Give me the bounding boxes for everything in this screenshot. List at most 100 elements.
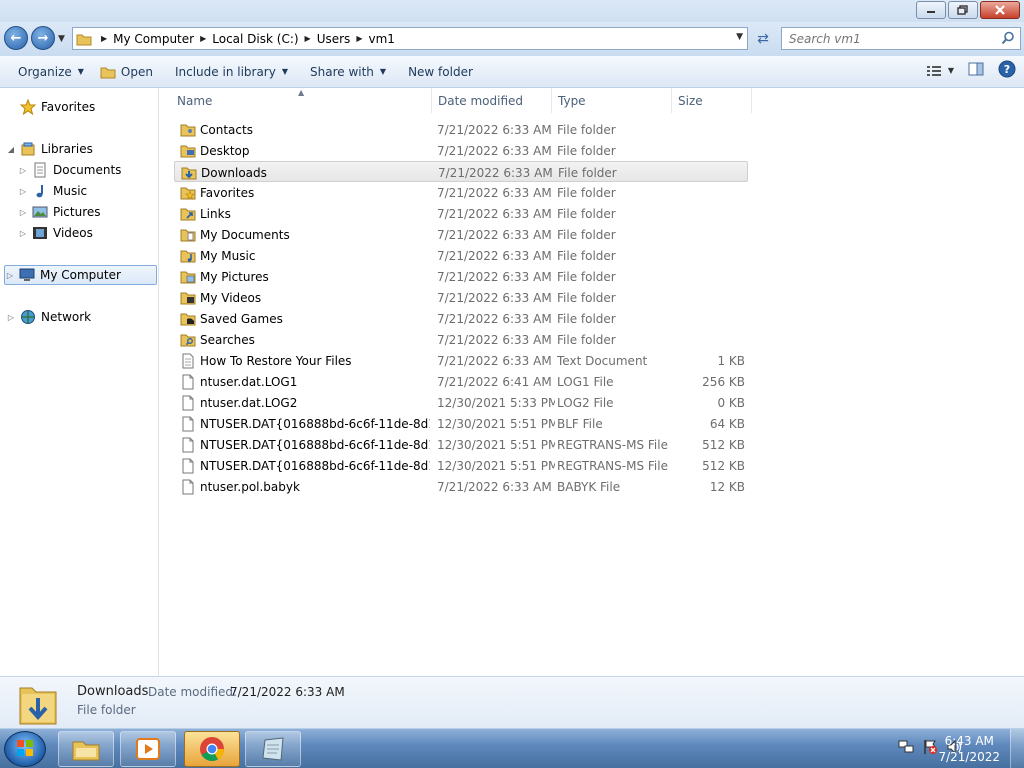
clock-date: 7/21/2022 bbox=[938, 750, 1000, 764]
include-in-library-button[interactable]: Include in library ▼ bbox=[167, 60, 296, 84]
breadcrumb-separator-icon[interactable]: ▶ bbox=[200, 34, 206, 43]
file-size: 512 KB bbox=[702, 458, 745, 473]
file-name-cell: ntuser.dat.LOG1 bbox=[180, 371, 430, 392]
search-box[interactable] bbox=[781, 27, 1021, 50]
show-desktop-button[interactable] bbox=[1010, 729, 1024, 768]
organize-button[interactable]: Organize ▼ bbox=[10, 60, 92, 84]
file-name-cell: My Documents bbox=[180, 224, 430, 245]
nav-pictures[interactable]: ▷ Pictures bbox=[18, 202, 101, 222]
collapsed-arrow-icon[interactable]: ▷ bbox=[18, 166, 28, 175]
preview-pane-button[interactable] bbox=[968, 62, 984, 79]
column-header-date[interactable]: Date modified bbox=[432, 88, 552, 113]
file-type: File folder bbox=[557, 143, 616, 158]
breadcrumb-separator-icon[interactable]: ▶ bbox=[305, 34, 311, 43]
breadcrumb-vm1[interactable]: vm1 bbox=[368, 32, 394, 46]
generic-file-icon bbox=[180, 437, 196, 453]
nav-libraries[interactable]: ◢ Libraries bbox=[6, 139, 93, 159]
file-date: 7/21/2022 6:33 AM bbox=[437, 332, 552, 347]
breadcrumb-separator-icon[interactable]: ▶ bbox=[356, 34, 362, 43]
address-bar[interactable]: ▶ My Computer ▶ Local Disk (C:) ▶ Users … bbox=[72, 27, 748, 50]
taskbar-explorer-button[interactable] bbox=[58, 731, 114, 767]
nav-videos[interactable]: ▷ Videos bbox=[18, 223, 93, 243]
nav-favorites[interactable]: Favorites bbox=[20, 97, 95, 117]
view-list-icon bbox=[926, 65, 941, 76]
search-input[interactable] bbox=[782, 28, 992, 49]
music-icon bbox=[32, 183, 48, 199]
file-row[interactable]: Downloads 7/21/2022 6:33 AM File folder bbox=[174, 161, 748, 182]
share-with-button[interactable]: Share with ▼ bbox=[302, 60, 394, 84]
file-row[interactable]: NTUSER.DAT{016888bd-6c6f-11de-8d1d-... 12… bbox=[174, 434, 748, 455]
file-row[interactable]: Searches 7/21/2022 6:33 AM File folder bbox=[174, 329, 748, 350]
file-row[interactable]: ntuser.dat.LOG1 7/21/2022 6:41 AM LOG1 Fil… bbox=[174, 371, 748, 392]
file-type: File folder bbox=[557, 248, 616, 263]
nav-network[interactable]: ▷ Network bbox=[6, 307, 91, 327]
action-center-flag-icon[interactable] bbox=[922, 739, 938, 755]
collapsed-arrow-icon[interactable]: ▷ bbox=[18, 187, 28, 196]
address-history-dropdown[interactable]: ▼ bbox=[736, 32, 743, 42]
file-row[interactable]: My Pictures 7/21/2022 6:33 AM File folder bbox=[174, 266, 748, 287]
file-type: BABYK File bbox=[557, 479, 621, 494]
star-icon bbox=[20, 99, 36, 115]
collapsed-arrow-icon[interactable]: ▷ bbox=[18, 229, 28, 238]
recent-pages-dropdown[interactable]: ▼ bbox=[58, 34, 65, 44]
file-row[interactable]: Desktop 7/21/2022 6:33 AM File folder bbox=[174, 140, 748, 161]
column-header-type[interactable]: Type bbox=[552, 88, 672, 113]
back-button[interactable]: ← bbox=[4, 26, 28, 50]
breadcrumb-separator-icon[interactable]: ▶ bbox=[101, 34, 107, 43]
file-name-cell: ntuser.pol.babyk bbox=[180, 476, 430, 497]
column-header-name[interactable]: Name ▲ bbox=[160, 88, 432, 113]
start-button[interactable] bbox=[4, 731, 46, 767]
taskbar-chrome-button[interactable] bbox=[184, 731, 240, 767]
column-header-size[interactable]: Size bbox=[672, 88, 752, 113]
file-row[interactable]: NTUSER.DAT{016888bd-6c6f-11de-8d1d-... 12… bbox=[174, 413, 748, 434]
file-row[interactable]: Favorites 7/21/2022 6:33 AM File folder bbox=[174, 182, 748, 203]
file-row[interactable]: NTUSER.DAT{016888bd-6c6f-11de-8d1d-... 12… bbox=[174, 455, 748, 476]
file-row[interactable]: ntuser.pol.babyk 7/21/2022 6:33 AM BABYK F… bbox=[174, 476, 748, 497]
breadcrumb-users[interactable]: Users bbox=[317, 32, 351, 46]
nav-music[interactable]: ▷ Music bbox=[18, 181, 87, 201]
nav-my-computer[interactable]: ▷ My Computer bbox=[4, 265, 157, 285]
forward-button[interactable]: → bbox=[31, 26, 55, 50]
new-folder-button[interactable]: New folder bbox=[400, 60, 481, 84]
preview-pane-icon bbox=[968, 62, 984, 76]
collapsed-arrow-icon[interactable]: ▷ bbox=[6, 313, 16, 322]
network-tray-icon[interactable] bbox=[898, 739, 914, 755]
restore-icon bbox=[957, 5, 968, 15]
close-button[interactable] bbox=[980, 1, 1020, 19]
file-row[interactable]: My Videos 7/21/2022 6:33 AM File folder bbox=[174, 287, 748, 308]
minimize-button[interactable] bbox=[916, 1, 946, 19]
file-row[interactable]: ntuser.dat.LOG2 12/30/2021 5:33 PM LOG2 Fi… bbox=[174, 392, 748, 413]
file-row[interactable]: Contacts 7/21/2022 6:33 AM File folder bbox=[174, 119, 748, 140]
share-label: Share with bbox=[310, 64, 374, 79]
taskbar-notepad-button[interactable] bbox=[245, 731, 301, 767]
file-type: LOG1 File bbox=[557, 374, 614, 389]
file-row[interactable]: My Music 7/21/2022 6:33 AM File folder bbox=[174, 245, 748, 266]
open-button[interactable]: Open bbox=[92, 60, 161, 84]
breadcrumb-my-computer[interactable]: My Computer bbox=[113, 32, 194, 46]
refresh-button[interactable]: ⇄ bbox=[751, 27, 775, 50]
taskbar-media-player-button[interactable] bbox=[120, 731, 176, 767]
collapsed-arrow-icon[interactable]: ▷ bbox=[5, 271, 15, 280]
restore-button[interactable] bbox=[948, 1, 978, 19]
file-row[interactable]: How To Restore Your Files 7/21/2022 6:33 … bbox=[174, 350, 748, 371]
file-row[interactable]: My Documents 7/21/2022 6:33 AM File folder bbox=[174, 224, 748, 245]
file-type: File folder bbox=[557, 185, 616, 200]
details-name: Downloads bbox=[77, 684, 149, 699]
file-name: My Pictures bbox=[200, 269, 269, 284]
file-name-cell: My Music bbox=[180, 245, 430, 266]
column-size-label: Size bbox=[678, 93, 703, 108]
file-date: 7/21/2022 6:33 AM bbox=[437, 290, 552, 305]
file-type: REGTRANS-MS File bbox=[557, 458, 668, 473]
clock[interactable]: 6:43 AM 7/21/2022 bbox=[938, 733, 1000, 765]
file-row[interactable]: Links 7/21/2022 6:33 AM File folder bbox=[174, 203, 748, 224]
file-row[interactable]: Saved Games 7/21/2022 6:33 AM File folder bbox=[174, 308, 748, 329]
collapsed-arrow-icon[interactable]: ▷ bbox=[18, 208, 28, 217]
nav-network-label: Network bbox=[41, 310, 92, 324]
help-button[interactable]: ? bbox=[998, 60, 1016, 81]
close-icon bbox=[995, 5, 1005, 15]
expanded-arrow-icon[interactable]: ◢ bbox=[6, 145, 16, 154]
nav-documents[interactable]: ▷ Documents bbox=[18, 160, 121, 180]
change-view-button[interactable]: ▼ bbox=[926, 65, 954, 77]
search-icon[interactable] bbox=[1001, 31, 1015, 45]
breadcrumb-local-disk[interactable]: Local Disk (C:) bbox=[212, 32, 298, 46]
